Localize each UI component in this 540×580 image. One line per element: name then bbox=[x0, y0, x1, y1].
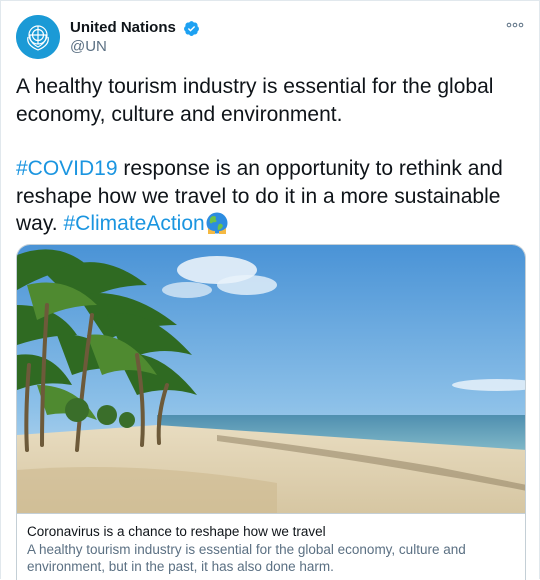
verified-badge-icon bbox=[184, 20, 200, 36]
hashtag-climateaction-link[interactable]: #ClimateAction bbox=[63, 212, 204, 235]
more-options-icon[interactable] bbox=[506, 21, 524, 29]
tweet[interactable]: United Nations @UN A healthy tourism ind… bbox=[0, 0, 540, 580]
card-meta: Coronavirus is a chance to reshape how w… bbox=[17, 513, 525, 580]
tweet-paragraph-1: A healthy tourism industry is essential … bbox=[16, 75, 494, 126]
tweet-header: United Nations @UN bbox=[16, 15, 524, 59]
tweet-paragraph-2: #COVID19 response is an opportunity to r… bbox=[16, 155, 521, 238]
link-card[interactable]: Coronavirus is a chance to reshape how w… bbox=[16, 244, 526, 580]
beach-palm-trees-image bbox=[17, 245, 525, 513]
avatar[interactable] bbox=[16, 15, 60, 59]
un-emblem-icon bbox=[16, 15, 60, 59]
tweet-text: A healthy tourism industry is essential … bbox=[16, 73, 521, 238]
card-description: A healthy tourism industry is essential … bbox=[27, 542, 466, 574]
hashtag-covid19-link[interactable]: #COVID19 bbox=[16, 157, 118, 180]
globe-emoji-icon bbox=[206, 212, 228, 234]
handle[interactable]: @UN bbox=[70, 37, 200, 57]
account-names: United Nations @UN bbox=[70, 19, 200, 57]
display-name[interactable]: United Nations bbox=[70, 19, 176, 37]
card-title: Coronavirus is a chance to reshape how w… bbox=[27, 524, 326, 539]
